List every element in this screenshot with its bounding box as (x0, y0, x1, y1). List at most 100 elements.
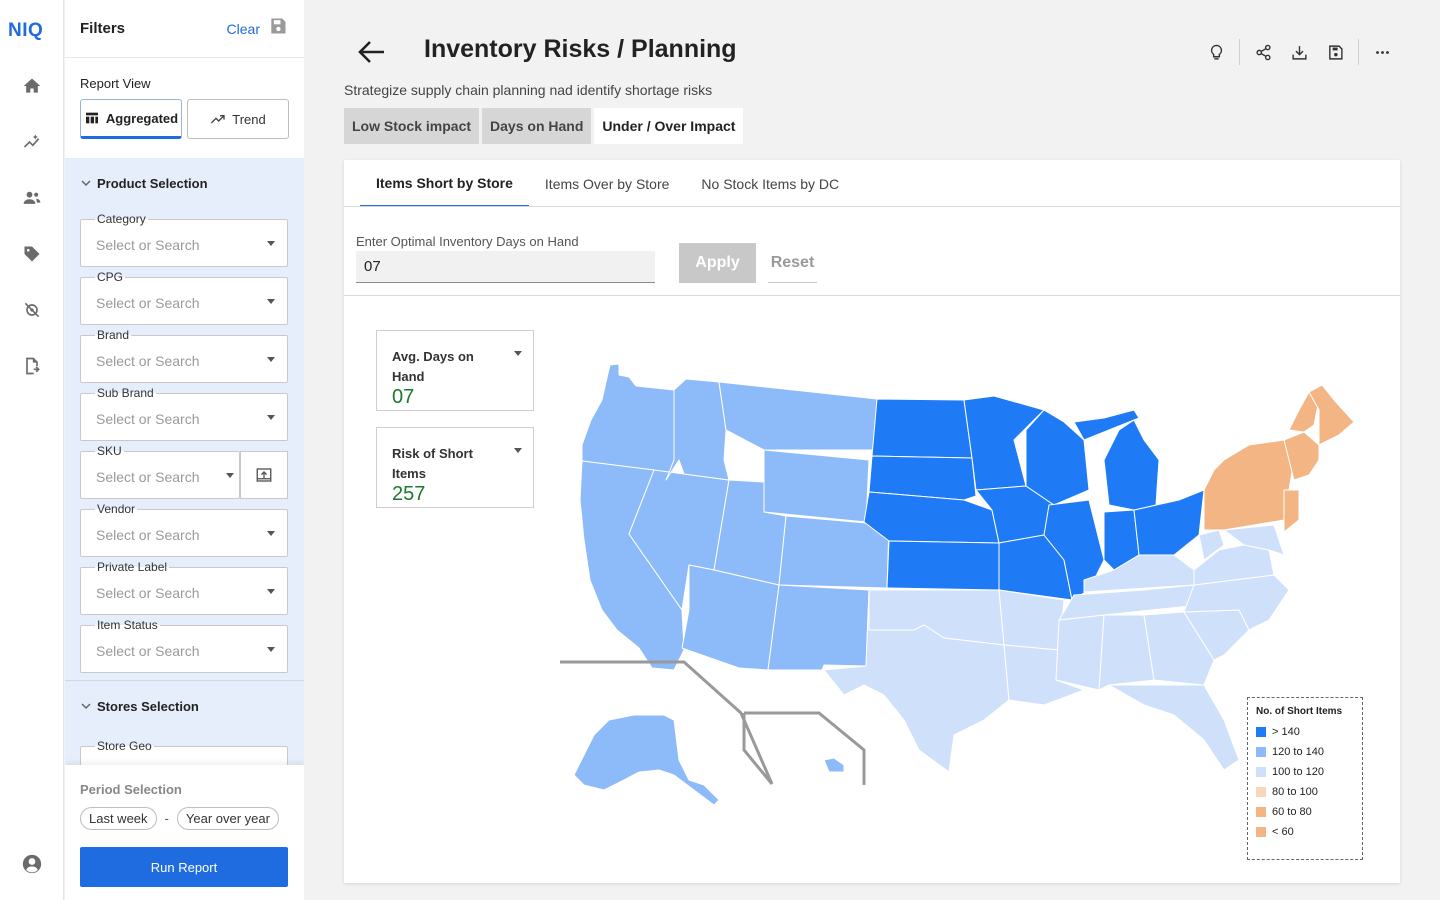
sub-brand-select[interactable]: Sub Brand Select or Search (80, 386, 288, 441)
kansas[interactable] (886, 540, 1000, 591)
upload-icon (256, 468, 272, 482)
caret-down-icon (267, 647, 275, 652)
home-icon[interactable] (20, 74, 44, 98)
more-icon[interactable] (1364, 38, 1400, 66)
us-map (560, 363, 1355, 806)
page-title: Inventory Risks / Planning (424, 35, 737, 63)
item-status-select[interactable]: Item Status Select or Search (80, 618, 288, 673)
risk-short-items-card[interactable]: Risk of Short Items 257 (376, 427, 534, 508)
legend-label: 60 to 80 (1272, 806, 1312, 818)
legend-label: 120 to 140 (1272, 746, 1324, 758)
vendor-select[interactable]: Vendor Select or Search (80, 502, 288, 557)
aggregated-label: Aggregated (105, 110, 179, 126)
store-geo-label: Store Geo (95, 739, 154, 753)
niq-logo[interactable]: NIQ (8, 20, 43, 42)
chevron-down-icon (81, 180, 91, 187)
legend-label: 80 to 100 (1272, 786, 1318, 798)
header-actions (1198, 38, 1400, 66)
legend-item: 60 to 80 (1256, 802, 1354, 822)
arkansas[interactable] (998, 589, 1065, 651)
caret-down-icon (267, 415, 275, 420)
header-divider (1358, 39, 1359, 65)
vendor-placeholder: Select or Search (96, 527, 200, 543)
legend-swatch (1256, 787, 1266, 797)
chevron-down-icon (81, 703, 91, 710)
caret-down-icon (267, 299, 275, 304)
new-mexico[interactable] (767, 584, 870, 671)
category-select[interactable]: Category Select or Search (80, 212, 288, 267)
avg-days-on-hand-value: 07 (392, 386, 415, 408)
new-jersey[interactable] (1283, 489, 1300, 533)
tab-days-on-hand[interactable]: Days on Hand (482, 108, 592, 144)
users-icon[interactable] (20, 186, 44, 210)
run-report-button[interactable]: Run Report (80, 847, 288, 887)
brand-placeholder: Select or Search (96, 353, 200, 369)
alaska[interactable] (573, 714, 720, 806)
tab-low-stock-impact[interactable]: Low Stock impact (344, 108, 480, 144)
caret-down-icon (514, 448, 522, 453)
brand-select[interactable]: Brand Select or Search (80, 328, 288, 383)
cpg-placeholder: Select or Search (96, 295, 200, 311)
save-icon[interactable] (1317, 38, 1353, 66)
integration-icon[interactable] (20, 298, 44, 322)
filters-title: Filters (80, 20, 126, 37)
private-label-select[interactable]: Private Label Select or Search (80, 560, 288, 615)
caret-down-icon (267, 241, 275, 246)
cpg-select[interactable]: CPG Select or Search (80, 270, 288, 325)
sku-upload-button[interactable] (240, 451, 288, 499)
filters-header: Filters Clear (65, 0, 304, 58)
trend-button[interactable]: Trend (187, 99, 289, 139)
legend-item: 80 to 100 (1256, 782, 1354, 802)
period-from-chip[interactable]: Last week (80, 807, 157, 830)
stores-selection-toggle[interactable]: Stores Selection (65, 681, 304, 731)
map-legend: No. of Short Items > 140 120 to 140 100 … (1247, 697, 1363, 860)
lightbulb-icon[interactable] (1198, 38, 1234, 66)
north-dakota[interactable] (871, 398, 973, 459)
hawaii[interactable] (823, 757, 845, 773)
avg-days-on-hand-title: Avg. Days on Hand (392, 349, 474, 384)
wyoming[interactable] (763, 449, 870, 523)
nebraska[interactable] (863, 491, 1000, 544)
product-selection-toggle[interactable]: Product Selection (65, 158, 304, 208)
idaho[interactable] (665, 378, 730, 481)
account-icon[interactable] (20, 852, 44, 876)
download-icon[interactable] (1281, 38, 1317, 66)
tag-icon[interactable] (20, 242, 44, 266)
state-shapes (573, 363, 1355, 806)
mississippi[interactable] (1055, 614, 1105, 691)
sku-label: SKU (95, 444, 124, 458)
sub-brand-label: Sub Brand (95, 386, 156, 400)
legend-item: < 60 (1256, 822, 1354, 842)
back-arrow-icon[interactable] (356, 38, 388, 66)
legend-label: 100 to 120 (1272, 766, 1324, 778)
analytics-icon[interactable] (20, 130, 44, 154)
clear-filters-link[interactable]: Clear (227, 21, 260, 37)
florida[interactable] (1108, 684, 1240, 771)
product-selection-section: Product Selection Category Select or Sea… (65, 158, 304, 680)
caret-down-icon (226, 473, 234, 478)
caret-down-icon (267, 531, 275, 536)
montana[interactable] (718, 381, 878, 451)
pennsylvania-new-york[interactable] (1203, 439, 1295, 531)
table-icon (85, 112, 98, 124)
sku-select[interactable]: SKU Select or Search (80, 444, 240, 499)
export-icon[interactable] (20, 354, 44, 378)
product-selection-label: Product Selection (97, 175, 208, 191)
brand-label: Brand (95, 328, 132, 342)
avg-days-on-hand-card[interactable]: Avg. Days on Hand 07 (376, 330, 534, 411)
trend-label: Trend (232, 111, 266, 127)
stores-selection-label: Stores Selection (97, 698, 199, 714)
sku-placeholder: Select or Search (96, 469, 200, 485)
risk-short-items-value: 257 (392, 483, 426, 505)
period-selection: Period Selection Last week - Year over y… (65, 765, 304, 900)
private-label-placeholder: Select or Search (96, 585, 200, 601)
aggregated-button[interactable]: Aggregated (80, 99, 182, 139)
tab-under-over-impact[interactable]: Under / Over Impact (594, 108, 744, 144)
legend-swatch (1256, 827, 1266, 837)
period-to-chip[interactable]: Year over year (176, 807, 279, 830)
save-filters-icon[interactable] (268, 16, 288, 41)
michigan[interactable] (1103, 419, 1160, 511)
share-icon[interactable] (1245, 38, 1281, 66)
legend-title: No. of Short Items (1256, 706, 1343, 717)
item-status-label: Item Status (95, 618, 160, 632)
